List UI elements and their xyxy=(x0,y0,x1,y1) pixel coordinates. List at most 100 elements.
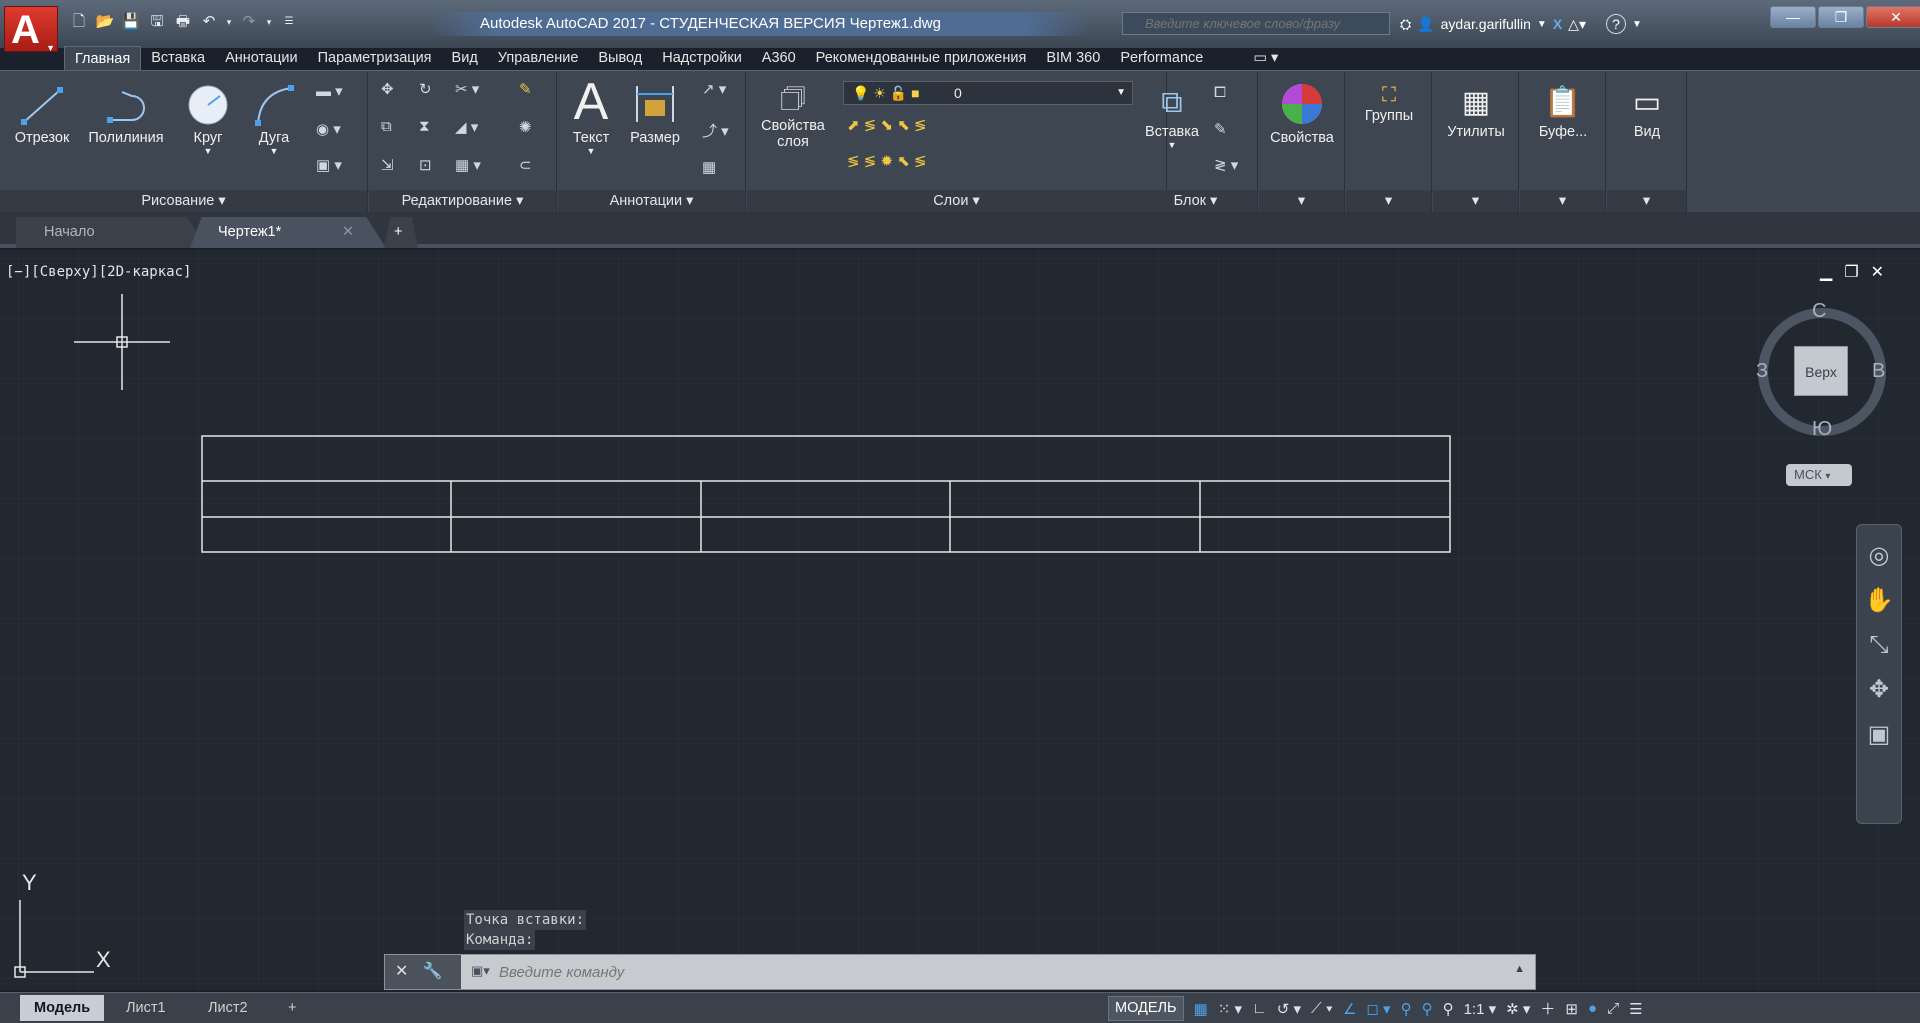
layer-dropdown[interactable]: 💡 ☀ 🔓 ■ 0 ▼ xyxy=(843,81,1133,105)
annotation-scale[interactable]: 1:1 ▾ xyxy=(1464,1000,1497,1018)
drawing-canvas[interactable]: Y X Верх С Ю З В МСК ▾ xyxy=(0,250,1920,990)
tab-layout2[interactable]: Лист2 xyxy=(194,995,262,1021)
new-tab-button[interactable]: + xyxy=(384,217,418,248)
search-input[interactable] xyxy=(1122,12,1390,35)
tab-insert[interactable]: Вставка xyxy=(141,46,215,70)
steering-wheel-icon[interactable]: ◎ xyxy=(1857,541,1901,570)
open-file-icon[interactable]: 📂 xyxy=(94,12,116,32)
a360-icon[interactable]: △▾ xyxy=(1568,16,1586,33)
stretch-icon[interactable]: ⇲ xyxy=(381,156,394,174)
rotate-icon[interactable]: ↻ xyxy=(419,80,432,98)
groups-panel[interactable]: ⛶ Группы ▾ xyxy=(1346,72,1432,212)
offset-icon[interactable]: ⊂ xyxy=(519,156,532,174)
utilities-tool[interactable]: ▦ Утилиты xyxy=(1433,82,1519,140)
pan-icon[interactable]: ✋ xyxy=(1857,586,1901,615)
mirror-icon[interactable]: ⧗ xyxy=(419,118,430,135)
tab-featured-apps[interactable]: Рекомендованные приложения xyxy=(806,46,1037,70)
fillet-icon[interactable]: ◢ ▾ xyxy=(455,118,478,136)
help-icon[interactable]: ? xyxy=(1605,14,1626,34)
ribbon-display-toggle-icon[interactable]: ▭ ▾ xyxy=(1213,46,1288,70)
boundary-icon[interactable]: ▣ ▾ xyxy=(316,156,342,174)
modify-panel-title[interactable]: Редактирование ▾ xyxy=(369,190,556,212)
polar-icon[interactable]: ↺ ▾ xyxy=(1277,1000,1301,1018)
close-icon[interactable]: ✕ xyxy=(342,217,354,248)
tab-start[interactable]: Начало xyxy=(16,217,206,248)
tab-annotate[interactable]: Аннотации xyxy=(215,46,307,70)
move-icon[interactable]: ✥ xyxy=(381,80,394,98)
create-block-icon[interactable]: ⧠ xyxy=(1214,84,1226,101)
maximize-icon[interactable]: ❐ xyxy=(1818,6,1864,28)
tab-output[interactable]: Вывод xyxy=(588,46,652,70)
trim-icon[interactable]: ✂ ▾ xyxy=(455,80,479,98)
leader-icon[interactable]: ↗ ▾ xyxy=(702,80,726,98)
chevron-down-icon[interactable]: ▾ xyxy=(1346,190,1431,212)
properties-tool[interactable]: Свойства xyxy=(1259,82,1345,146)
polyline-tool[interactable]: Полилиния xyxy=(80,84,172,146)
array-icon[interactable]: ▦ ▾ xyxy=(455,156,481,174)
tab-drawing1[interactable]: Чертеж1* ✕ xyxy=(190,217,386,248)
user-name[interactable]: aydar.garifullin xyxy=(1441,16,1531,32)
layers-panel-title[interactable]: Слои ▾ xyxy=(747,190,1166,212)
clipboard-tool[interactable]: 📋 Буфе... xyxy=(1520,82,1606,140)
redo-icon[interactable]: ↷ xyxy=(238,12,260,32)
tab-a360[interactable]: A360 xyxy=(752,46,806,70)
viewport-controls-label[interactable]: [−][Сверху][2D-каркас] xyxy=(6,264,191,280)
new-file-icon[interactable]: 🗋 xyxy=(68,12,90,32)
draw-panel-title[interactable]: Рисование ▾ xyxy=(0,190,367,212)
orbit-icon[interactable]: ✥ xyxy=(1857,675,1901,704)
block-panel-title[interactable]: Блок ▾ xyxy=(1134,190,1257,212)
ortho-icon[interactable]: ∟ xyxy=(1252,1000,1267,1017)
chevron-down-icon[interactable]: ▼ xyxy=(1537,19,1547,30)
multileader-icon[interactable]: ⤴ ▾ xyxy=(702,120,729,141)
layer-tools-row2-icon[interactable]: ≶ ≶ ✹ ⬉ ≶ xyxy=(847,152,927,170)
auto-scale-icon[interactable]: ⚲ xyxy=(1422,1000,1433,1018)
compass-west[interactable]: З xyxy=(1756,360,1768,383)
wrench-icon[interactable]: 🔧 xyxy=(423,963,443,980)
application-menu-button[interactable]: A ▼ xyxy=(4,6,58,53)
chevron-up-icon[interactable]: ▲ xyxy=(1514,963,1525,975)
layer-tools-row1-icon[interactable]: ⬈ ≶ ⬊ ⬉ ≶ xyxy=(847,116,927,134)
tab-addins[interactable]: Надстройки xyxy=(652,46,752,70)
exchange-icon[interactable]: X xyxy=(1553,16,1562,32)
zoom-extents-icon[interactable]: ⤡ xyxy=(1857,631,1901,659)
insert-block-tool[interactable]: ⧉ Вставка ▼ xyxy=(1140,82,1204,150)
annotation-visibility-icon[interactable]: ⚲ xyxy=(1401,1000,1412,1018)
close-icon[interactable]: ✕ xyxy=(1871,262,1884,282)
explode-icon[interactable]: ✺ xyxy=(519,118,532,136)
save-icon[interactable]: 💾 xyxy=(120,12,142,32)
close-icon[interactable]: ✕ xyxy=(395,963,408,980)
object-snap-tracking-icon[interactable]: ∠ xyxy=(1343,1000,1356,1018)
ucs-menu-button[interactable]: МСК ▾ xyxy=(1786,464,1852,486)
annotation-panel-title[interactable]: Аннотации ▾ xyxy=(558,190,745,212)
customize-menu-icon[interactable]: ☰ xyxy=(1629,1000,1642,1018)
layer-properties-tool[interactable]: 🗇 Свойства слоя xyxy=(755,80,831,150)
print-icon[interactable]: 🖶 xyxy=(172,12,194,32)
copy-icon[interactable]: ⧉ xyxy=(381,118,392,135)
tab-model[interactable]: Модель xyxy=(20,995,105,1021)
view-tool[interactable]: ▭ Вид xyxy=(1607,82,1687,140)
erase-icon[interactable]: ✎ xyxy=(519,80,532,98)
tab-bim360[interactable]: BIM 360 xyxy=(1036,46,1110,70)
tab-parametric[interactable]: Параметризация xyxy=(308,46,442,70)
redo-dropdown-icon[interactable]: ▾ xyxy=(264,12,274,32)
command-input[interactable] xyxy=(471,955,1451,989)
block-attributes-icon[interactable]: ≷ ▾ xyxy=(1214,156,1238,174)
hatch-icon[interactable]: ◉ ▾ xyxy=(316,120,341,138)
close-icon[interactable]: ✕ xyxy=(1866,6,1920,28)
compass-south[interactable]: Ю xyxy=(1812,418,1832,441)
table-icon[interactable]: ▦ xyxy=(702,158,716,176)
units-icon[interactable]: ⊞ xyxy=(1565,1000,1578,1018)
tab-layout1[interactable]: Лист1 xyxy=(112,995,180,1021)
chevron-down-icon[interactable]: ▾ xyxy=(1520,190,1605,212)
clipboard-panel[interactable]: 📋 Буфе... ▾ xyxy=(1520,72,1606,212)
compass-east[interactable]: В xyxy=(1872,360,1885,383)
minimize-icon[interactable]: — xyxy=(1770,6,1816,28)
isodraft-icon[interactable]: ⟋ ▾ xyxy=(1311,1000,1333,1017)
chevron-down-icon[interactable]: ▾ xyxy=(1433,190,1518,212)
tab-home[interactable]: Главная xyxy=(64,46,142,70)
circle-tool[interactable]: Круг ▼ xyxy=(180,84,236,156)
minimize-icon[interactable]: ▁ xyxy=(1820,262,1832,282)
chevron-down-icon[interactable]: ▾ xyxy=(1259,190,1344,212)
annotation-scale-icon[interactable]: ⚲ xyxy=(1443,1000,1454,1018)
utilities-panel[interactable]: ▦ Утилиты ▾ xyxy=(1433,72,1519,212)
